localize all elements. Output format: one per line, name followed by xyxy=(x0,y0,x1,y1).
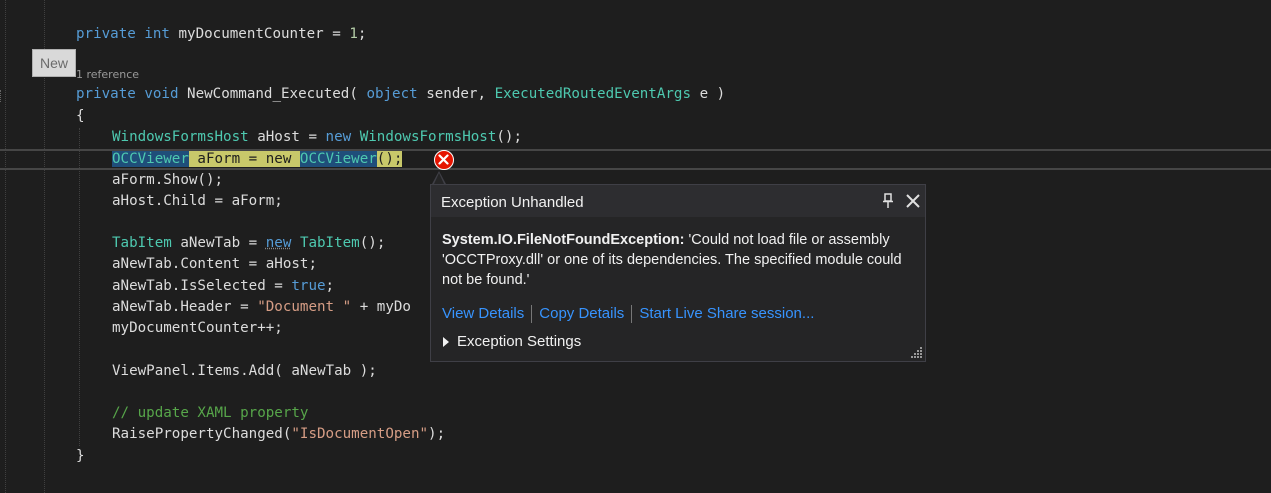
copy-details-link[interactable]: Copy Details xyxy=(539,305,624,322)
exception-type: System.IO.FileNotFoundException: xyxy=(442,232,685,248)
resize-grip-icon[interactable] xyxy=(909,345,923,359)
code-lens-references[interactable]: 1 reference xyxy=(76,68,139,81)
exception-settings-expander[interactable]: Exception Settings xyxy=(443,333,581,350)
close-icon[interactable] xyxy=(905,193,921,209)
code-line: // update XAML property xyxy=(112,405,309,421)
new-tooltip: New xyxy=(32,49,76,77)
expand-triangle-icon xyxy=(443,337,449,348)
code-line: { xyxy=(76,108,85,124)
error-icon[interactable] xyxy=(434,150,454,170)
popup-pointer-fill xyxy=(434,173,444,184)
link-separator xyxy=(531,305,533,324)
close-glyph xyxy=(906,194,920,208)
popup-header: Exception Unhandled xyxy=(431,185,925,217)
code-line: aNewTab.Header = "Document " + myDo xyxy=(112,299,411,315)
grip-glyph xyxy=(911,347,922,358)
code-line: private void NewCommand_Executed( object… xyxy=(76,86,726,102)
popup-title: Exception Unhandled xyxy=(441,194,584,211)
pin-icon[interactable] xyxy=(881,193,895,209)
link-separator xyxy=(631,305,633,324)
exception-helper-popup: Exception Unhandled System.IO.FileNotFou… xyxy=(430,184,926,362)
view-details-link[interactable]: View Details xyxy=(442,305,524,322)
code-line: WindowsFormsHost aHost = new WindowsForm… xyxy=(112,129,523,145)
code-line: aNewTab.Content = aHost; xyxy=(112,256,317,272)
close-x-glyph xyxy=(438,154,449,165)
outline-marker xyxy=(0,90,3,102)
indent-guide xyxy=(79,128,80,446)
code-line-error: OCCViewer aForm = new OCCViewer(); xyxy=(112,151,403,167)
code-line: RaisePropertyChanged("IsDocumentOpen"); xyxy=(112,426,446,442)
code-line: aHost.Child = aForm; xyxy=(112,193,283,209)
popup-links: View Details Copy Details Start Live Share… xyxy=(442,305,814,324)
code-line: ViewPanel.Items.Add( aNewTab ); xyxy=(112,363,377,379)
code-line: private int myDocumentCounter = 1; xyxy=(76,26,367,42)
code-line: aNewTab.IsSelected = true; xyxy=(112,278,335,294)
indent-guide xyxy=(5,0,6,493)
code-line: myDocumentCounter++; xyxy=(112,320,283,336)
code-line: } xyxy=(76,448,85,464)
pin-glyph xyxy=(883,193,893,208)
live-share-link[interactable]: Start Live Share session... xyxy=(639,305,814,322)
exception-message: System.IO.FileNotFoundException: 'Could … xyxy=(442,230,912,290)
code-line: TabItem aNewTab = new TabItem(); xyxy=(112,235,386,251)
exception-settings-label: Exception Settings xyxy=(457,333,582,350)
code-line: aForm.Show(); xyxy=(112,172,224,188)
